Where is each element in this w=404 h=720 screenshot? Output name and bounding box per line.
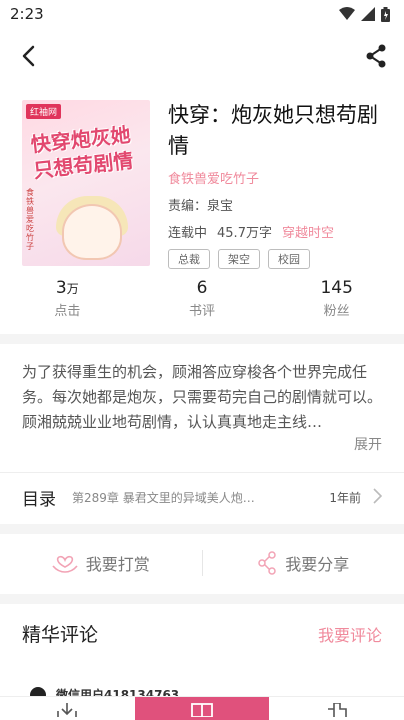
action-row: 我要打赏 我要分享 [0,540,404,586]
stat-reviews-label: 书评 [189,304,216,319]
battery-icon [381,6,390,22]
stat-fans-value: 145 [320,278,353,298]
book-cover[interactable]: 红袖网 快穿炮灰她只想苟剧情 食铁兽爱吃竹子 [22,100,150,266]
read-button[interactable] [134,697,270,720]
book-tag[interactable]: 校园 [268,249,310,269]
stat-clicks: 3万 点击 [0,278,135,319]
reviews-title: 精华评论 [22,624,99,646]
toc-row[interactable]: 目录 第289章 暴君文里的异域美人炮… 1年前 [0,472,404,522]
toc-updated-time: 1年前 [329,491,361,505]
cover-site-badge: 红袖网 [26,104,62,119]
share-book-button[interactable]: 我要分享 [203,551,404,575]
share-label: 我要分享 [285,555,350,574]
back-button[interactable] [14,42,42,70]
toc-latest-chapter: 第289章 暴君文里的异域美人炮… [72,491,255,505]
stat-fans-label: 粉丝 [323,304,350,319]
book-title: 快穿：炮灰她只想苟剧情 [168,103,378,158]
book-open-icon [191,703,213,717]
cover-illustration-face [62,204,122,260]
chevron-right-icon [373,487,383,508]
share-icon [366,44,386,68]
status-icons [339,6,390,22]
status-bar: 2:23 [0,0,404,28]
book-tag[interactable]: 架空 [218,249,260,269]
cover-title: 快穿炮灰她只想苟剧情 [29,122,135,183]
add-to-shelf-button[interactable] [269,697,404,720]
book-genre[interactable]: 穿越时空 [282,222,334,241]
stat-reviews-value: 6 [196,278,208,298]
book-header: 红袖网 快穿炮灰她只想苟剧情 食铁兽爱吃竹子 快穿：炮灰她只想苟剧情 食铁兽爱吃… [22,100,392,270]
book-tags: 总裁 架空 校园 [168,249,392,269]
hand-heart-icon [52,555,78,573]
book-stats: 3万 点击 6 书评 145 粉丝 [0,278,404,319]
status-time: 2:23 [10,5,44,23]
toc-label: 目录 [22,490,56,510]
write-review-button[interactable]: 我要评论 [318,622,382,646]
share-nodes-icon [258,551,276,575]
wifi-icon [339,7,355,20]
stat-clicks-label: 点击 [54,304,81,319]
bookshelf-plus-icon [327,703,347,717]
section-divider [0,594,404,604]
book-author[interactable]: 食铁兽爱吃竹子 [168,168,392,187]
book-status-line: 连载中 45.7万字 穿越时空 [168,222,392,241]
share-button[interactable] [362,42,390,70]
bottom-bar [0,696,404,720]
top-bar [0,36,404,76]
book-status: 连载中 [168,226,208,241]
stat-clicks-unit: 万 [66,282,79,296]
synopsis-text: 为了获得重生的机会，顾湘答应穿梭各个世界完成任务。每次她都是炮灰，只需要苟完自己… [22,363,383,431]
stat-clicks-value: 3 [55,278,67,298]
book-editor: 责编：泉宝 [168,199,234,214]
section-divider [0,524,404,534]
signal-icon [361,7,375,21]
download-button[interactable] [0,697,135,720]
cover-author: 食铁兽爱吃竹子 [26,188,34,251]
stat-reviews[interactable]: 6 书评 [135,278,270,319]
download-icon [57,703,78,717]
tip-label: 我要打赏 [85,555,150,574]
reviews-header: 精华评论 我要评论 [22,620,382,647]
back-arrow-icon [22,45,35,67]
book-word-count: 45.7万字 [217,226,272,241]
book-info: 快穿：炮灰她只想苟剧情 食铁兽爱吃竹子 责编：泉宝 连载中 45.7万字 穿越时… [168,100,392,269]
stat-fans[interactable]: 145 粉丝 [269,278,404,319]
section-divider [0,334,404,344]
expand-synopsis-button[interactable]: 展开 [354,434,382,454]
book-tag[interactable]: 总裁 [168,249,210,269]
tip-button[interactable]: 我要打赏 [0,551,202,575]
